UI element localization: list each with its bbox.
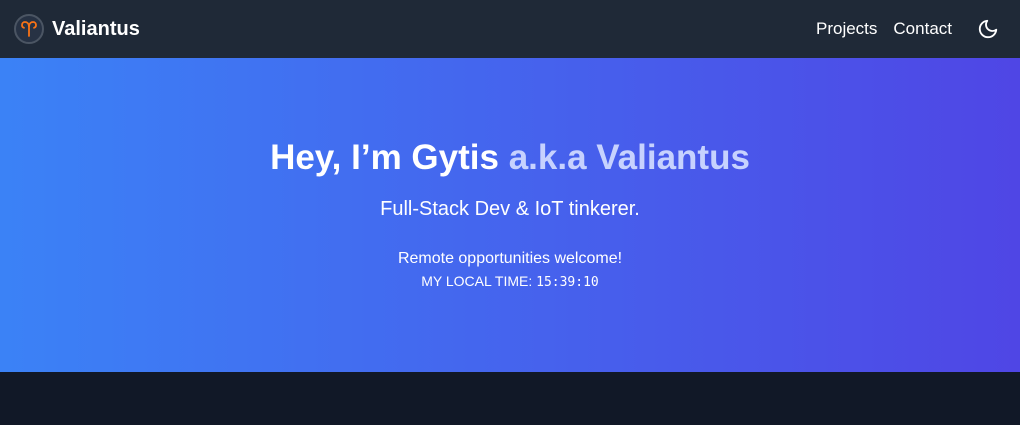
aries-icon <box>14 14 44 44</box>
nav-link-projects[interactable]: Projects <box>816 19 877 39</box>
brand-home-link[interactable]: Valiantus <box>14 14 140 44</box>
page-background-below-hero <box>0 372 1020 425</box>
local-time: MY LOCAL TIME: 15:39:10 <box>0 272 1020 292</box>
nav-menu: Projects Contact <box>800 17 1000 41</box>
nav-link-contact[interactable]: Contact <box>893 19 952 39</box>
top-navbar: Valiantus Projects Contact <box>0 0 1020 58</box>
local-time-label: MY LOCAL TIME: <box>421 273 533 289</box>
remote-note: Remote opportunities welcome! <box>397 250 623 267</box>
hero-title-alias: a.k.a Valiantus <box>508 138 750 177</box>
hero-section: Hey, I’m Gytis a.k.a Valiantus Full-Stac… <box>0 58 1020 372</box>
hero-title: Hey, I’m Gytis a.k.a Valiantus <box>0 136 1020 180</box>
local-time-value: 15:39:10 <box>536 275 599 290</box>
hero-title-name: Hey, I’m Gytis <box>270 138 499 177</box>
brand-name: Valiantus <box>52 17 140 40</box>
moon-icon <box>978 19 998 39</box>
hero-subtitle: Full-Stack Dev & IoT tinkerer. <box>380 198 640 220</box>
theme-toggle-button[interactable] <box>976 17 1000 41</box>
